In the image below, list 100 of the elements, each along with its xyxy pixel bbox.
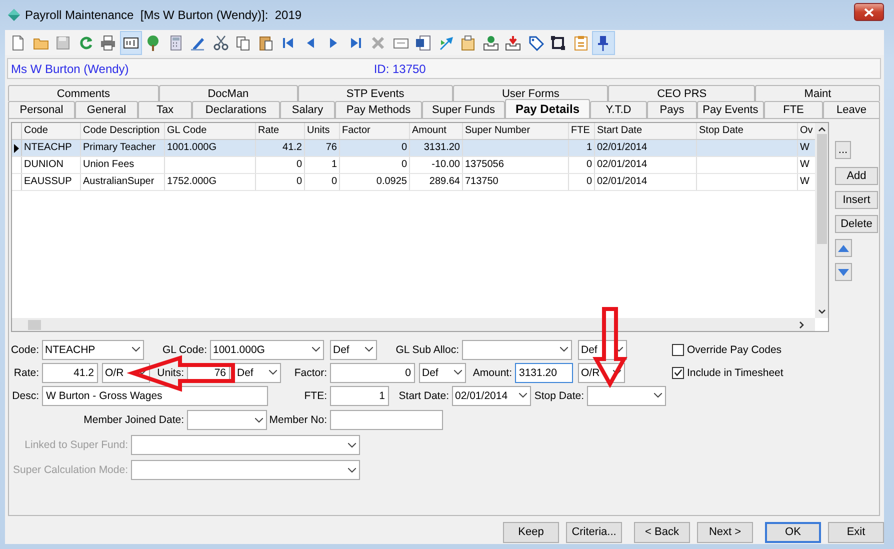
table-cell: 0 xyxy=(340,140,410,156)
column-header[interactable]: Amount xyxy=(410,123,463,139)
caret-icon xyxy=(138,370,146,375)
column-header[interactable]: FTE xyxy=(569,123,595,139)
tab[interactable]: Salary xyxy=(280,101,335,118)
tab[interactable]: Pay Details xyxy=(505,99,590,118)
tab[interactable]: DocMan xyxy=(158,85,298,101)
dialog-button[interactable]: OK xyxy=(765,522,821,542)
field-label: GL Code: xyxy=(161,344,208,356)
scroll-up-icon[interactable] xyxy=(818,126,826,132)
column-header[interactable]: Code xyxy=(22,123,81,139)
description-field[interactable]: W Burton - Gross Wages xyxy=(42,386,268,406)
tab[interactable]: Pay Events xyxy=(697,101,764,118)
field-label: Factor: xyxy=(293,366,328,378)
dialog-button[interactable]: Exit xyxy=(828,522,884,542)
table-row[interactable]: EAUSSUP AustralianSuper 1752.000G 0 0 0.0925 289.64 713750 0 02/01/2014 W xyxy=(12,174,816,191)
move-down-button[interactable] xyxy=(835,263,852,281)
column-header[interactable]: Code Description xyxy=(81,123,165,139)
vertical-scrollbar[interactable] xyxy=(815,123,828,318)
field-label: Stop Date: xyxy=(533,390,585,402)
dialog-button[interactable]: Criteria... xyxy=(566,522,622,542)
column-header[interactable]: GL Code xyxy=(165,123,256,139)
column-header[interactable]: Stop Date xyxy=(697,123,798,139)
close-button[interactable] xyxy=(854,3,884,21)
field-label: Start Date: xyxy=(398,390,450,402)
column-header[interactable]: Factor xyxy=(340,123,410,139)
field-label: Rate: xyxy=(12,366,40,378)
tab[interactable]: Tax xyxy=(138,101,192,118)
checkbox-label: Include in Timesheet xyxy=(687,366,784,378)
table-cell: 41.2 xyxy=(256,140,305,156)
scroll-thumb[interactable] xyxy=(28,320,41,330)
units-mode-dropdown[interactable]: Def xyxy=(234,362,281,382)
tab[interactable]: User Forms xyxy=(453,85,608,101)
gl-code-mode-dropdown[interactable]: Def xyxy=(330,340,377,360)
grid-button[interactable]: ... xyxy=(835,141,851,159)
text-field-icon[interactable] xyxy=(120,30,142,54)
dialog-button[interactable]: Keep xyxy=(503,522,559,542)
column-header[interactable]: Units xyxy=(305,123,340,139)
dialog-button[interactable]: Next > xyxy=(697,522,753,542)
tab[interactable]: Personal xyxy=(8,101,75,118)
start-date-picker[interactable]: 02/01/2014 xyxy=(452,386,531,406)
amount-field[interactable]: 3131.20 xyxy=(515,362,573,382)
close-icon xyxy=(864,8,874,16)
tab[interactable]: STP Events xyxy=(298,85,454,101)
table-cell: 1752.000G xyxy=(165,174,256,190)
column-header[interactable]: Super Number xyxy=(463,123,569,139)
table-cell: 0 xyxy=(305,174,340,190)
table-cell: 76 xyxy=(305,140,340,156)
factor-field[interactable]: 0 xyxy=(330,362,415,382)
field-label: Linked to Super Fund: xyxy=(24,439,129,451)
table-row[interactable]: DUNION Union Fees 0 1 0 -10.00 1375056 0 02/01/2014 W xyxy=(12,157,816,174)
tab[interactable]: Declarations xyxy=(192,101,280,118)
scroll-thumb[interactable] xyxy=(816,134,826,244)
dialog-button[interactable]: < Back xyxy=(634,522,690,542)
pin-icon[interactable] xyxy=(592,30,614,54)
field-label: Units: xyxy=(156,366,185,378)
move-up-button[interactable] xyxy=(835,239,852,257)
scroll-right-icon[interactable] xyxy=(799,320,806,328)
table-row[interactable]: NTEACHP Primary Teacher 1001.000G 41.2 76 0 3131.20 1 02/01/2014 W xyxy=(12,140,816,157)
table-cell: 0 xyxy=(256,157,305,173)
grid-button[interactable]: Delete xyxy=(835,215,878,233)
caret-icon xyxy=(365,347,373,352)
tab[interactable]: CEO PRS xyxy=(608,85,756,101)
tab[interactable]: Super Funds xyxy=(422,101,505,118)
tab[interactable]: Y.T.D xyxy=(590,101,647,118)
gl-code-dropdown[interactable]: 1001.000G xyxy=(210,340,324,360)
checkbox[interactable] xyxy=(672,344,684,356)
rate-field[interactable]: 41.2 xyxy=(42,362,98,382)
caret-icon xyxy=(454,370,462,375)
table-cell: DUNION xyxy=(22,157,81,173)
scroll-down-icon[interactable] xyxy=(818,309,826,315)
field-label: Code: xyxy=(10,344,40,356)
field-label: GL Sub Alloc: xyxy=(394,344,460,356)
window-title: Payroll Maintenance [Ms W Burton (Wendy)]: 2019 xyxy=(25,8,302,22)
caret-icon xyxy=(654,393,662,398)
factor-mode-dropdown[interactable]: Def xyxy=(419,362,466,382)
table-cell: 1375056 xyxy=(463,157,569,173)
field-label: FTE: xyxy=(303,390,328,402)
grid-button[interactable]: Add xyxy=(835,167,878,185)
tab[interactable]: General xyxy=(75,101,138,118)
tab[interactable]: Leave xyxy=(823,101,880,118)
tab[interactable]: Pay Methods xyxy=(335,101,422,118)
tab[interactable]: Comments xyxy=(8,85,159,101)
checkbox[interactable] xyxy=(672,366,684,378)
caret-icon xyxy=(132,347,140,352)
tab[interactable]: Maint xyxy=(755,85,880,101)
table-cell: EAUSSUP xyxy=(22,174,81,190)
column-header[interactable]: Rate xyxy=(256,123,305,139)
code-dropdown[interactable]: NTEACHP xyxy=(42,340,144,360)
checkbox-label: Override Pay Codes xyxy=(687,344,782,356)
horizontal-scrollbar[interactable] xyxy=(12,318,816,331)
table-cell: Primary Teacher xyxy=(81,140,165,156)
member-number-field[interactable] xyxy=(330,410,443,430)
tab[interactable]: FTE xyxy=(764,101,823,118)
fte-field[interactable]: 1 xyxy=(330,386,389,406)
column-header[interactable]: Start Date xyxy=(595,123,697,139)
table-cell: -10.00 xyxy=(410,157,463,173)
tab[interactable]: Pays xyxy=(647,101,697,118)
grid-button[interactable]: Insert xyxy=(835,191,878,209)
caret-icon xyxy=(560,347,568,352)
